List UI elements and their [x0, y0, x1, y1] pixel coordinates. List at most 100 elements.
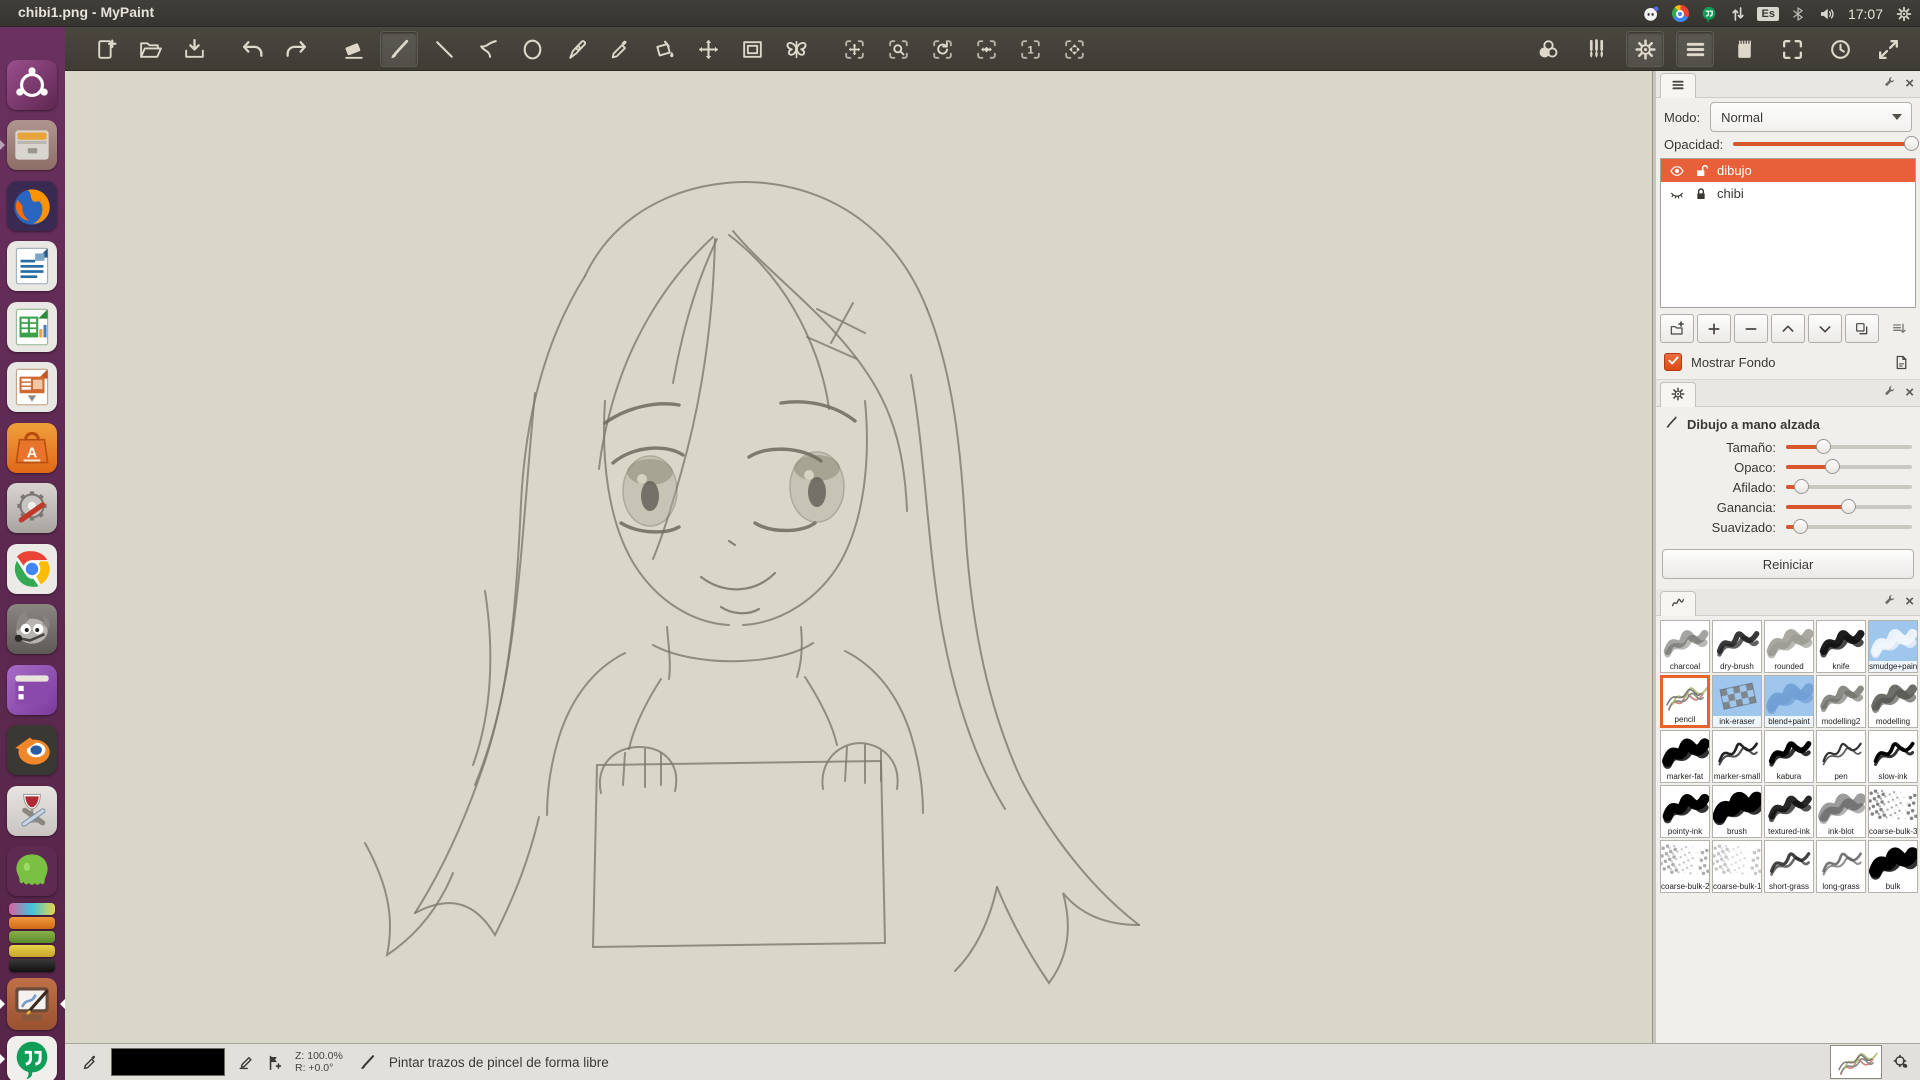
panel-close-icon[interactable]: ×: [1905, 77, 1914, 91]
brush-blend+paint[interactable]: blend+paint: [1764, 675, 1814, 728]
brush-modelling2[interactable]: modelling2: [1816, 675, 1866, 728]
launcher-item-chrome[interactable]: [7, 544, 57, 594]
layer-row-chibi[interactable]: chibi: [1661, 182, 1915, 205]
show-background-checkbox[interactable]: [1664, 353, 1682, 371]
tool-file-open[interactable]: [132, 32, 168, 66]
tool-mirror-view[interactable]: [968, 32, 1004, 66]
brush-textured-ink[interactable]: textured-ink: [1764, 785, 1814, 838]
brush-slider-0[interactable]: [1786, 439, 1912, 455]
launcher-item-system-settings[interactable]: [7, 483, 57, 533]
background-preview-icon[interactable]: [1893, 354, 1910, 371]
brush-preview-thumbnail[interactable]: [1830, 1045, 1882, 1079]
tool-freehand-brush[interactable]: [380, 31, 418, 67]
tool-redo[interactable]: [278, 32, 314, 66]
brush-knife[interactable]: knife: [1816, 620, 1866, 673]
lock-open-icon[interactable]: [1693, 163, 1709, 179]
tool-fit-view[interactable]: [1056, 32, 1092, 66]
clock-menu[interactable]: 17:07: [1848, 6, 1883, 22]
session-gear-icon[interactable]: [1894, 4, 1914, 24]
launcher-item-folded-app-4[interactable]: [9, 945, 55, 957]
reset-button[interactable]: Reiniciar: [1662, 549, 1914, 579]
tool-straight-line[interactable]: [426, 32, 462, 66]
eye-closed-icon[interactable]: [1669, 186, 1685, 202]
tool-connected-lines[interactable]: [470, 32, 506, 66]
brush-marker-fat[interactable]: marker-fat: [1660, 730, 1710, 783]
duplicate-layer-button[interactable]: [1845, 314, 1879, 343]
bookmark-icon[interactable]: [263, 1051, 285, 1073]
edit-color-icon[interactable]: [235, 1051, 257, 1073]
panel-config-icon[interactable]: [1883, 75, 1897, 92]
brush-long-grass[interactable]: long-grass: [1816, 840, 1866, 893]
brush-slider-3[interactable]: [1786, 499, 1912, 515]
panel-config-icon[interactable]: [1883, 593, 1897, 610]
panel-close-icon[interactable]: ×: [1905, 386, 1914, 400]
new-layer-group-button[interactable]: [1660, 314, 1694, 343]
tool-zoom-100[interactable]: 1: [1012, 32, 1048, 66]
network-arrows-icon[interactable]: [1728, 4, 1748, 24]
toolbar-tool-options-button[interactable]: [1626, 31, 1664, 67]
toolbar-fullscreen-button[interactable]: [1774, 32, 1810, 66]
layer-row-dibujo[interactable]: dibujo: [1661, 159, 1915, 182]
tool-move-layer[interactable]: [690, 32, 726, 66]
tool-ellipse[interactable]: [514, 32, 550, 66]
tool-symmetry[interactable]: [778, 32, 814, 66]
add-layer-button[interactable]: [1697, 314, 1731, 343]
panel-config-icon[interactable]: [1883, 384, 1897, 401]
toolbar-brush-collections-button[interactable]: [1578, 32, 1614, 66]
brush-palette-tab[interactable]: [1660, 591, 1696, 616]
brush-slider-4[interactable]: [1786, 519, 1912, 535]
lower-layer-button[interactable]: [1808, 314, 1842, 343]
brush-kabura[interactable]: kabura: [1764, 730, 1814, 783]
brush-bulk[interactable]: bulk: [1868, 840, 1918, 893]
launcher-item-libreoffice-impress[interactable]: [7, 362, 57, 412]
launcher-item-hangouts-chat[interactable]: [7, 1036, 57, 1080]
brush-pen[interactable]: pen: [1816, 730, 1866, 783]
volume-icon[interactable]: [1817, 4, 1837, 24]
launcher-item-mypaint[interactable]: [7, 978, 57, 1030]
tool-undo[interactable]: [234, 32, 270, 66]
discord-icon[interactable]: [1641, 4, 1661, 24]
brush-ink-blot[interactable]: ink-blot: [1816, 785, 1866, 838]
brush-brush[interactable]: brush: [1712, 785, 1762, 838]
tool-file-new[interactable]: [88, 32, 124, 66]
brush-dry-brush[interactable]: dry-brush: [1712, 620, 1762, 673]
launcher-item-blender[interactable]: [7, 725, 57, 775]
layers-tab[interactable]: [1660, 73, 1696, 98]
brush-rounded[interactable]: rounded: [1764, 620, 1814, 673]
toolbar-main-menu-button[interactable]: [1676, 31, 1714, 67]
launcher-item-folded-app-5[interactable]: [9, 959, 55, 972]
eyedropper-icon[interactable]: [79, 1051, 101, 1073]
lock-closed-icon[interactable]: [1693, 186, 1709, 202]
launcher-item-software-center[interactable]: A: [7, 423, 57, 473]
merge-layer-down-button[interactable]: [1882, 314, 1916, 343]
brush-slider-1[interactable]: [1786, 459, 1912, 475]
tool-pick-color[interactable]: [602, 32, 638, 66]
color-sampler-icon[interactable]: [1890, 1051, 1912, 1073]
current-color-swatch[interactable]: [111, 1048, 225, 1076]
launcher-item-folded-app-3[interactable]: [9, 931, 55, 943]
launcher-item-gimp[interactable]: [7, 604, 57, 654]
toolbar-recent-clock-button[interactable]: [1822, 32, 1858, 66]
launcher-item-folded-app-2[interactable]: [9, 917, 55, 929]
tool-options-tab[interactable]: [1660, 382, 1696, 407]
launcher-item-folded-app-1[interactable]: [9, 903, 55, 915]
launcher-item-terminal[interactable]: [7, 665, 57, 715]
brush-pointy-ink[interactable]: pointy-ink: [1660, 785, 1710, 838]
launcher-item-slime-app[interactable]: [7, 846, 57, 896]
brush-ink-eraser[interactable]: ink-eraser: [1712, 675, 1762, 728]
chrome-tray-icon[interactable]: [1670, 4, 1690, 24]
tool-eraser[interactable]: [336, 32, 372, 66]
toolbar-expand-view-button[interactable]: [1870, 32, 1906, 66]
toolbar-scratchpad-button[interactable]: [1726, 32, 1762, 66]
brush-slider-2[interactable]: [1786, 479, 1912, 495]
eye-open-icon[interactable]: [1669, 163, 1685, 179]
launcher-item-libreoffice-calc[interactable]: [7, 302, 57, 352]
layer-mode-dropdown[interactable]: Normal: [1710, 102, 1912, 132]
launcher-item-ubuntu-dash[interactable]: [7, 60, 57, 110]
hangouts-icon[interactable]: [1699, 4, 1719, 24]
panel-splitter[interactable]: [1652, 71, 1656, 1043]
layer-opacity-slider[interactable]: [1733, 136, 1912, 152]
raise-layer-button[interactable]: [1771, 314, 1805, 343]
brush-modelling[interactable]: modelling: [1868, 675, 1918, 728]
launcher-item-firefox[interactable]: [7, 181, 57, 231]
